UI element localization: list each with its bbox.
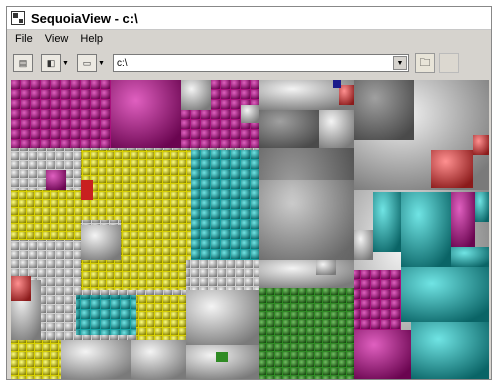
drive-button[interactable]: ▤ — [13, 54, 33, 72]
treemap-block[interactable] — [354, 330, 411, 379]
treemap-block[interactable] — [46, 170, 66, 190]
browse-folder-button[interactable]: 🗀 — [415, 53, 435, 73]
path-dropdown-arrow[interactable]: ▼ — [393, 56, 407, 70]
treemap-block[interactable] — [11, 276, 31, 301]
treemap-block[interactable] — [11, 340, 61, 379]
treemap-block[interactable] — [451, 192, 475, 247]
window-title: SequoiaView - c:\ — [31, 10, 138, 26]
view-mode-dropdown-arrow[interactable]: ▼ — [62, 54, 69, 72]
treemap-block[interactable] — [333, 80, 341, 88]
view-mode-button[interactable]: ◧ — [41, 54, 61, 72]
treemap-block[interactable] — [431, 150, 473, 188]
treemap-block[interactable] — [11, 190, 81, 240]
treemap-block[interactable] — [81, 260, 186, 290]
menu-bar: File View Help — [7, 30, 491, 48]
treemap-block[interactable] — [339, 85, 354, 105]
treemap-block[interactable] — [121, 220, 191, 260]
treemap-block[interactable] — [81, 225, 121, 260]
treemap-block[interactable] — [241, 105, 259, 123]
treemap-block[interactable] — [354, 230, 373, 260]
treemap-block[interactable] — [191, 150, 259, 210]
treemap-block[interactable] — [259, 110, 319, 148]
treemap-block[interactable] — [451, 247, 489, 267]
display-button[interactable]: ▭ — [77, 54, 97, 72]
toolbar: ▤ ◧ ▼ ▭ ▼ c:\ ▼ 🗀 — [7, 50, 491, 76]
drive-icon: ▤ — [18, 57, 28, 68]
sequoiaview-window: SequoiaView - c:\ File View Help ▤ ◧ ▼ ▭… — [6, 6, 492, 380]
treemap-block[interactable] — [76, 295, 136, 335]
treemap-block[interactable] — [259, 260, 354, 288]
treemap-block[interactable] — [11, 80, 111, 148]
treemap-block[interactable] — [401, 192, 451, 267]
treemap-block[interactable] — [475, 192, 489, 222]
treemap-view-icon: ◧ — [46, 57, 56, 68]
treemap-block[interactable] — [354, 270, 401, 330]
treemap-canvas[interactable] — [11, 80, 489, 379]
treemap-block[interactable] — [216, 352, 228, 362]
path-combobox[interactable]: c:\ ▼ — [113, 54, 409, 72]
treemap-block[interactable] — [316, 260, 336, 275]
treemap-block[interactable] — [319, 110, 354, 148]
treemap-block[interactable] — [401, 267, 489, 322]
treemap-block[interactable] — [411, 322, 489, 379]
menu-view[interactable]: View — [45, 33, 69, 45]
treemap-view[interactable] — [11, 80, 489, 379]
treemap-block[interactable] — [61, 340, 131, 379]
folder-icon: 🗀 — [419, 56, 431, 69]
display-dropdown-arrow[interactable]: ▼ — [98, 54, 105, 72]
treemap-block[interactable] — [259, 288, 354, 379]
menu-file[interactable]: File — [15, 33, 33, 45]
path-input-value: c:\ — [117, 57, 128, 69]
treemap-block[interactable] — [191, 210, 259, 260]
treemap-block[interactable] — [136, 295, 186, 340]
treemap-block[interactable] — [354, 80, 414, 140]
disabled-toolbar-button — [439, 53, 459, 73]
treemap-block[interactable] — [186, 290, 259, 345]
treemap-block[interactable] — [181, 80, 211, 110]
treemap-block[interactable] — [81, 150, 191, 220]
treemap-block[interactable] — [111, 80, 181, 148]
treemap-block[interactable] — [473, 135, 489, 155]
treemap-block[interactable] — [131, 340, 186, 379]
title-bar: SequoiaView - c:\ — [7, 7, 491, 30]
menu-help[interactable]: Help — [80, 33, 103, 45]
app-icon — [11, 11, 25, 25]
treemap-block[interactable] — [81, 180, 93, 200]
treemap-block[interactable] — [259, 180, 354, 260]
monitor-icon: ▭ — [82, 57, 92, 68]
treemap-block[interactable] — [373, 192, 401, 252]
